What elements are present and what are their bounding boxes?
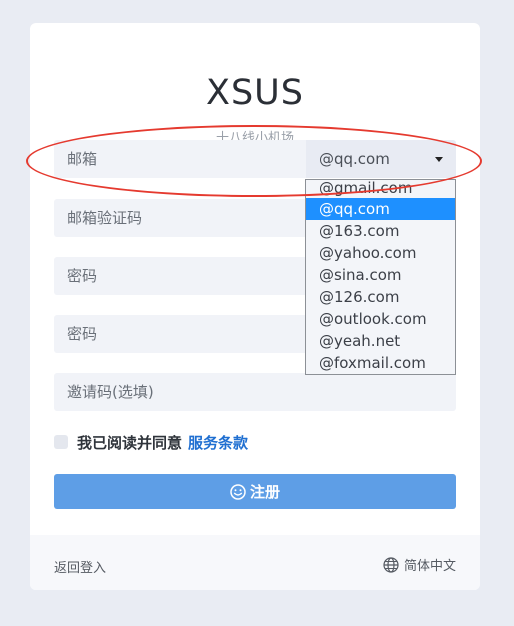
domain-option-qq[interactable]: @qq.com [306, 198, 455, 220]
domain-option-yahoo[interactable]: @yahoo.com [306, 242, 455, 264]
back-to-login-link[interactable]: 返回登入 [54, 557, 106, 576]
email-domain-dropdown[interactable]: @gmail.com @qq.com @163.com @yahoo.com @… [305, 179, 456, 375]
domain-option-sina[interactable]: @sina.com [306, 264, 455, 286]
register-button-label: 注册 [249, 483, 280, 501]
domain-option-gmail[interactable]: @gmail.com [306, 178, 455, 198]
language-switcher[interactable]: 简体中文 [383, 555, 456, 574]
language-label: 简体中文 [403, 559, 456, 574]
email-domain-value: @qq.com [319, 150, 390, 168]
email-domain-select[interactable]: @qq.com [306, 140, 456, 178]
site-logo-title: XSUS [205, 73, 305, 113]
smile-icon [230, 483, 246, 500]
globe-icon [383, 556, 399, 573]
terms-agreement: 我已阅读并同意 服务条款 [54, 432, 248, 452]
caret-down-icon [435, 156, 443, 162]
register-button[interactable]: 注册 [54, 474, 456, 509]
terms-agreement-text: 我已阅读并同意 [77, 433, 183, 452]
domain-option-yeah[interactable]: @yeah.net [306, 330, 455, 352]
card-footer: 返回登入 简体中文 [30, 535, 480, 590]
terms-of-service-link[interactable]: 服务条款 [188, 432, 248, 453]
domain-option-163[interactable]: @163.com [306, 220, 455, 242]
invite-code-input[interactable] [54, 373, 456, 411]
terms-checkbox[interactable] [54, 435, 68, 449]
register-card: XSUS 十八线小机场 @qq.com @gmail.com @qq.com @… [30, 23, 480, 590]
email-input[interactable] [54, 140, 306, 178]
domain-option-outlook[interactable]: @outlook.com [306, 308, 455, 330]
domain-option-126[interactable]: @126.com [306, 286, 455, 308]
domain-option-foxmail[interactable]: @foxmail.com [306, 352, 455, 374]
